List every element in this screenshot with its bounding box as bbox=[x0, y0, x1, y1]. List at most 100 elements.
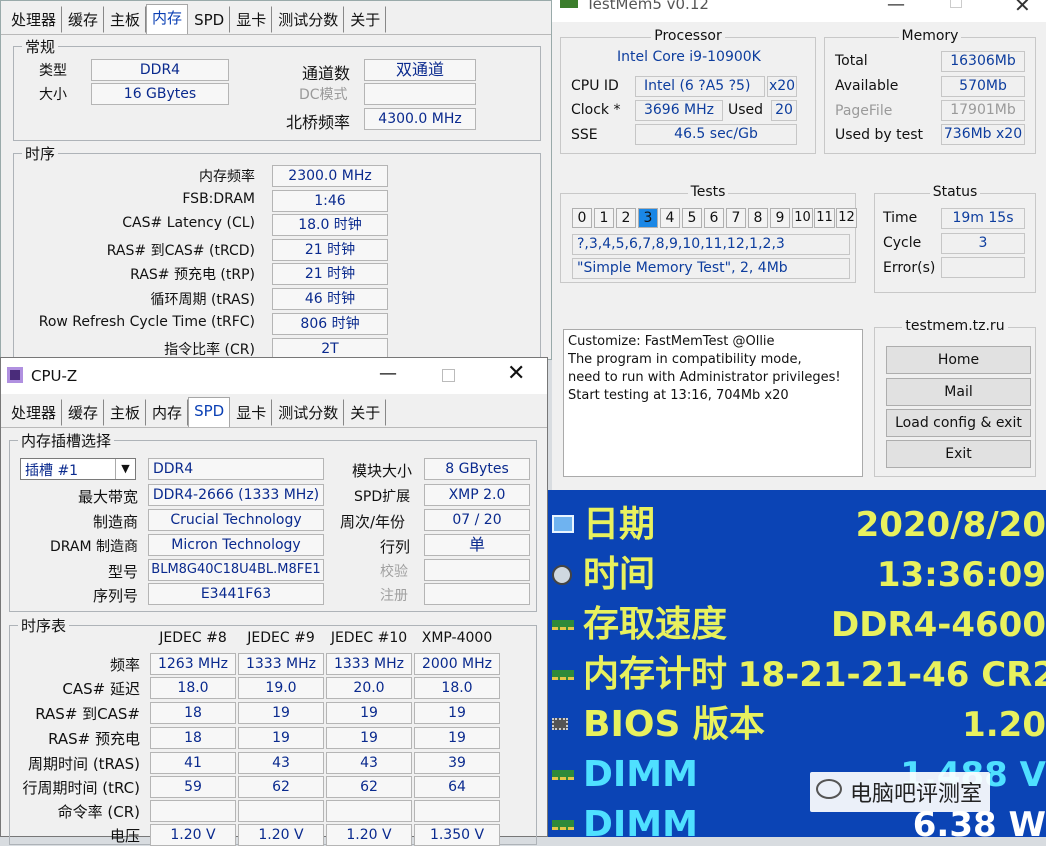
tab-cache[interactable]: 缓存 bbox=[62, 399, 105, 426]
exit-button[interactable]: Exit bbox=[886, 440, 1031, 468]
log-box[interactable]: Customize: FastMemTest @Ollie The progra… bbox=[563, 329, 863, 477]
tab-bench[interactable]: 测试分数 bbox=[272, 6, 345, 33]
tab-memory[interactable]: 内存 bbox=[146, 399, 189, 426]
timing-cell: 1333 MHz bbox=[326, 653, 412, 675]
module-size-label: 模块大小 bbox=[352, 462, 413, 480]
load-config-exit-button[interactable]: Load config & exit bbox=[886, 409, 1031, 437]
info-row: 存取速度 DDR4-4600 bbox=[548, 600, 1046, 650]
wechat-icon bbox=[816, 779, 842, 799]
week-year-label: 周次/年份 bbox=[340, 513, 406, 531]
used-by-test-label: Used by test bbox=[835, 127, 923, 143]
tab-processor[interactable]: 处理器 bbox=[5, 6, 63, 33]
test-number[interactable]: 2 bbox=[616, 208, 636, 228]
chip-icon bbox=[552, 718, 568, 730]
column-header: JEDEC #9 bbox=[247, 630, 315, 646]
minimize-button[interactable]: — bbox=[887, 0, 905, 15]
sse-label: SSE bbox=[571, 127, 598, 143]
timing-cell: 19 bbox=[238, 702, 324, 724]
clock-icon bbox=[552, 565, 572, 585]
timing-cell: 43 bbox=[238, 752, 324, 774]
home-button[interactable]: Home bbox=[886, 346, 1031, 374]
test-number[interactable]: 11 bbox=[814, 208, 835, 228]
mail-button[interactable]: Mail bbox=[886, 378, 1031, 406]
close-button[interactable]: ✕ bbox=[507, 361, 525, 386]
test-number[interactable]: 6 bbox=[704, 208, 724, 228]
column-header: JEDEC #10 bbox=[330, 630, 408, 646]
processor-group: Processor Intel Core i9-10900K CPU ID In… bbox=[560, 28, 816, 154]
tab-spd[interactable]: SPD bbox=[188, 397, 231, 427]
test-number-active[interactable]: 3 bbox=[638, 208, 658, 228]
timing-cell: 39 bbox=[414, 752, 500, 774]
dc-mode-label: DC模式 bbox=[299, 87, 348, 103]
info-key: 日期 bbox=[583, 504, 656, 545]
tab-processor[interactable]: 处理器 bbox=[5, 399, 63, 426]
test-number[interactable]: 9 bbox=[770, 208, 790, 228]
test-number[interactable]: 10 bbox=[792, 208, 813, 228]
slot-group: 内存插槽选择 插槽 #1 ▼ DDR4 模块大小 8 GBytes 最大带宽 D… bbox=[9, 430, 537, 612]
calendar-icon bbox=[552, 515, 574, 533]
test-number[interactable]: 8 bbox=[748, 208, 768, 228]
test-number[interactable]: 12 bbox=[836, 208, 857, 228]
type-value: DDR4 bbox=[91, 59, 229, 81]
maximize-button[interactable] bbox=[950, 0, 962, 8]
time-label: Time bbox=[883, 210, 918, 226]
tab-graphics[interactable]: 显卡 bbox=[230, 399, 273, 426]
close-button[interactable]: ✕ bbox=[1014, 0, 1031, 17]
tab-memory[interactable]: 内存 bbox=[146, 4, 189, 34]
timing-label: RAS# 预充电 (tRP) bbox=[130, 267, 255, 283]
info-key: 时间 bbox=[583, 554, 656, 595]
tab-about[interactable]: 关于 bbox=[344, 399, 387, 426]
tab-graphics[interactable]: 显卡 bbox=[230, 6, 273, 33]
cycle-value: 3 bbox=[941, 233, 1025, 254]
clock-value: 3696 MHz bbox=[635, 100, 723, 121]
test-number[interactable]: 0 bbox=[572, 208, 592, 228]
cpuz-spd-window: CPU-Z — ✕ 处理器 缓存 主板 内存 SPD 显卡 测试分数 关于 内存… bbox=[0, 357, 548, 846]
tab-mainboard[interactable]: 主板 bbox=[104, 399, 147, 426]
tab-spd[interactable]: SPD bbox=[188, 6, 231, 33]
cpu-name: Intel Core i9-10900K bbox=[617, 49, 761, 65]
timing-table-title: 时序表 bbox=[18, 615, 70, 636]
slot-title: 内存插槽选择 bbox=[18, 430, 115, 451]
tab-about[interactable]: 关于 bbox=[344, 6, 387, 33]
timing-group: 时序 内存频率 2300.0 MHz FSB:DRAM 1:46 CAS# La… bbox=[13, 143, 541, 360]
timing-value: 46 时钟 bbox=[272, 288, 388, 310]
title-bar: CPU-Z — ✕ bbox=[1, 358, 547, 394]
timing-cell bbox=[238, 800, 324, 822]
maximize-button[interactable] bbox=[442, 369, 455, 382]
cpuid-label: CPU ID bbox=[571, 78, 619, 94]
timing-label: RAS# 到CAS# (tRCD) bbox=[106, 243, 255, 259]
week-year-value: 07 / 20 bbox=[424, 509, 530, 531]
info-value: 18-21-21-46 CR2 bbox=[737, 655, 1046, 695]
minimize-button[interactable]: — bbox=[379, 363, 397, 384]
timing-value: 2300.0 MHz bbox=[272, 165, 388, 187]
timing-cell: 18 bbox=[150, 702, 236, 724]
part-number-label: 型号 bbox=[107, 563, 138, 581]
available-value: 570Mb bbox=[941, 76, 1025, 97]
tab-mainboard[interactable]: 主板 bbox=[104, 6, 147, 33]
timing-cell: 19.0 bbox=[238, 677, 324, 699]
tab-bench[interactable]: 测试分数 bbox=[272, 399, 345, 426]
tab-cache[interactable]: 缓存 bbox=[62, 6, 105, 33]
timing-cell bbox=[326, 800, 412, 822]
timing-cell: 18.0 bbox=[150, 677, 236, 699]
chevron-down-icon[interactable]: ▼ bbox=[115, 459, 135, 479]
channels-label: 通道数 bbox=[302, 64, 351, 83]
info-key: DIMM bbox=[583, 804, 698, 837]
errors-label: Error(s) bbox=[883, 260, 936, 276]
test-number[interactable]: 5 bbox=[682, 208, 702, 228]
status-title: Status bbox=[929, 184, 981, 200]
info-key: BIOS 版本 bbox=[583, 704, 765, 745]
clock-label: Clock * bbox=[571, 102, 621, 118]
maker-value: Crucial Technology bbox=[148, 509, 324, 531]
site-title: testmem.tz.ru bbox=[902, 318, 1008, 334]
slot-select[interactable]: 插槽 #1 ▼ bbox=[20, 458, 136, 480]
timing-label: CAS# Latency (CL) bbox=[122, 215, 255, 231]
test-number[interactable]: 4 bbox=[660, 208, 680, 228]
memory-icon bbox=[552, 620, 574, 630]
used-by-test-value: 736Mb x20 bbox=[941, 124, 1025, 145]
test-number[interactable]: 1 bbox=[594, 208, 614, 228]
timing-row-label: CAS# 延迟 bbox=[62, 680, 140, 698]
available-label: Available bbox=[835, 78, 899, 94]
type-label: 类型 bbox=[39, 63, 67, 79]
test-number[interactable]: 7 bbox=[726, 208, 746, 228]
